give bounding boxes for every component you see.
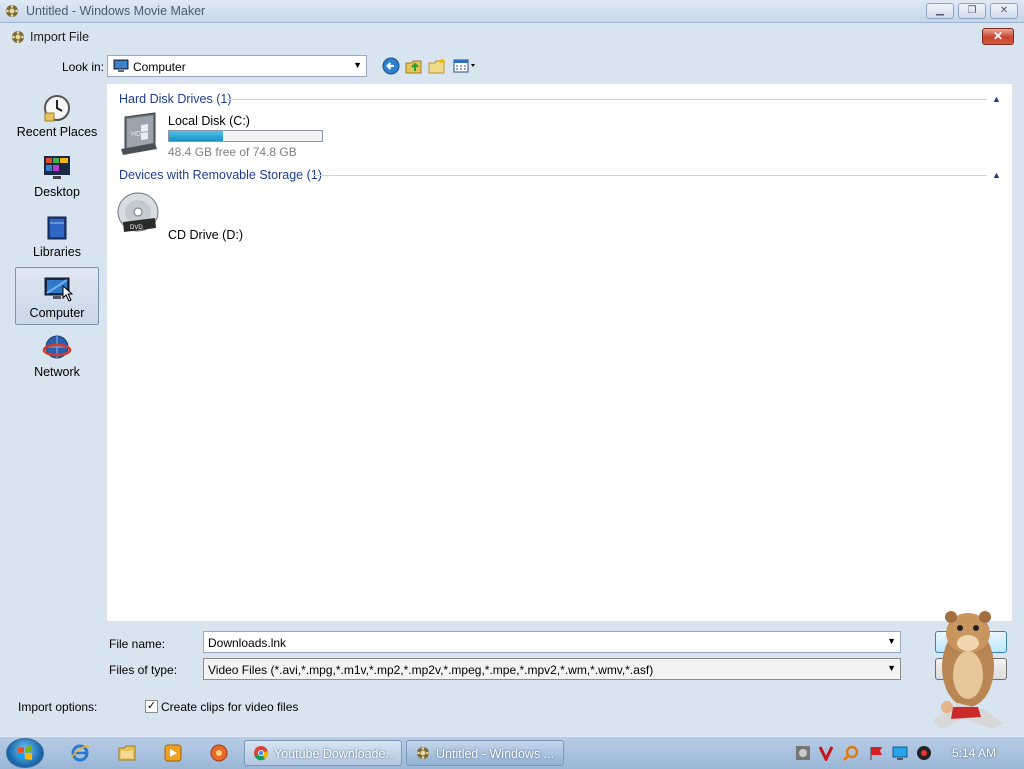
- drive-usage-fill: [169, 131, 223, 141]
- taskbar-item-label: Untitled - Windows ...: [436, 747, 555, 761]
- import-options-label: Import options:: [18, 700, 98, 714]
- chevron-down-icon: ▼: [353, 60, 362, 70]
- import-file-dialog: Import File ✕ Look in: Computer ▼ Recent…: [0, 23, 1024, 736]
- media-player-icon[interactable]: [163, 743, 183, 763]
- checkmark-icon: ✓: [146, 700, 157, 712]
- group-header-hard-disk-drives[interactable]: Hard Disk Drives (1): [119, 92, 232, 108]
- recent-places-icon: [44, 95, 70, 122]
- app-icon[interactable]: [209, 743, 229, 763]
- views-icon[interactable]: [452, 57, 478, 75]
- file-list: Hard Disk Drives (1) ▲ HD Local Disk (C:…: [107, 84, 1012, 621]
- dialog-titlebar: Import File ✕: [0, 23, 1024, 49]
- place-desktop[interactable]: Desktop: [15, 147, 99, 205]
- place-computer[interactable]: Computer: [15, 267, 99, 325]
- create-clips-label[interactable]: Create clips for video files: [161, 700, 298, 714]
- files-of-type-value: Video Files (*.avi,*.mpg,*.m1v,*.mp2,*.m…: [208, 663, 654, 677]
- chevron-down-icon[interactable]: ▼: [887, 636, 896, 646]
- taskbar-item-label: Youtube Downloade...: [274, 747, 396, 761]
- place-label: Network: [34, 365, 80, 379]
- dvd-drive-icon[interactable]: DVD: [115, 188, 161, 234]
- file-explorer-icon[interactable]: [117, 743, 137, 763]
- up-folder-icon[interactable]: [404, 57, 424, 75]
- create-clips-checkbox[interactable]: ✓: [145, 700, 158, 713]
- restore-button[interactable]: ❐: [958, 3, 986, 19]
- place-recent-places[interactable]: Recent Places: [15, 87, 99, 145]
- group-header-removable-storage[interactable]: Devices with Removable Storage (1): [119, 168, 322, 184]
- look-in-dropdown[interactable]: Computer ▼: [107, 55, 367, 77]
- taskbar-item-movie-maker[interactable]: Untitled - Windows ...: [406, 740, 564, 766]
- minimize-button[interactable]: ▁: [926, 3, 954, 19]
- svg-text:HD: HD: [131, 131, 141, 138]
- restore-icon: ❐: [967, 5, 977, 16]
- file-name-value: Downloads.lnk: [208, 636, 287, 650]
- collapse-icon[interactable]: ▲: [992, 170, 1002, 180]
- collapse-icon[interactable]: ▲: [992, 94, 1002, 104]
- place-libraries[interactable]: Libraries: [15, 207, 99, 265]
- windows-logo-icon: [18, 746, 32, 760]
- close-icon: ✕: [999, 5, 1009, 16]
- files-of-type-label: Files of type:: [109, 663, 178, 677]
- files-of-type-select[interactable]: Video Files (*.avi,*.mpg,*.m1v,*.mp2,*.m…: [203, 658, 901, 680]
- tray-speaker-icon[interactable]: [916, 745, 932, 761]
- places-bar: Recent Places Desktop Libraries Computer…: [10, 81, 102, 641]
- group-divider: [227, 99, 987, 100]
- group-divider: [313, 175, 987, 176]
- place-label: Recent Places: [16, 125, 98, 139]
- movie-maker-icon: [12, 31, 24, 43]
- app-titlebar: Untitled - Windows Movie Maker ▁ ❐ ✕: [0, 0, 1024, 23]
- hamster-mascot-icon: [933, 611, 1003, 729]
- tray-search-icon[interactable]: [843, 745, 859, 761]
- start-button[interactable]: [6, 738, 44, 768]
- taskbar-clock[interactable]: 5:14 AM: [952, 746, 996, 760]
- desktop-icon: [44, 156, 70, 179]
- look-in-label: Look in:: [62, 60, 105, 74]
- movie-maker-icon: [6, 5, 18, 17]
- taskbar: Youtube Downloade... Untitled - Windows …: [0, 736, 1024, 769]
- minimize-icon: ▁: [936, 5, 944, 16]
- place-network[interactable]: Network: [15, 327, 99, 385]
- tray-app-icon[interactable]: [795, 745, 811, 761]
- tray-flag-icon[interactable]: [868, 745, 884, 761]
- libraries-icon: [47, 216, 67, 240]
- chevron-down-icon: ▼: [887, 663, 896, 673]
- drive-free-space: 48.4 GB free of 74.8 GB: [168, 145, 297, 159]
- drive-name[interactable]: Local Disk (C:): [168, 114, 250, 128]
- dialog-title: Import File: [30, 30, 90, 44]
- computer-icon: [44, 277, 73, 302]
- computer-icon: [113, 59, 129, 72]
- movie-maker-icon: [417, 747, 429, 759]
- back-icon[interactable]: [381, 57, 401, 75]
- tray-display-icon[interactable]: [892, 745, 908, 761]
- new-folder-icon[interactable]: [427, 57, 447, 75]
- taskbar-item-youtube-downloader[interactable]: Youtube Downloade...: [244, 740, 402, 766]
- hard-disk-icon[interactable]: HD: [115, 111, 161, 157]
- file-name-label: File name:: [109, 637, 166, 651]
- place-label: Computer: [29, 306, 85, 320]
- place-label: Libraries: [33, 245, 81, 259]
- drive-usage-bar: [168, 130, 323, 142]
- network-icon: [42, 335, 72, 359]
- close-icon: ✕: [992, 29, 1004, 43]
- drive-name[interactable]: CD Drive (D:): [168, 228, 243, 242]
- close-app-button[interactable]: ✕: [990, 3, 1018, 19]
- svg-text:DVD: DVD: [130, 225, 143, 231]
- app-title: Untitled - Windows Movie Maker: [26, 4, 206, 18]
- look-in-value: Computer: [133, 60, 186, 74]
- file-name-input[interactable]: Downloads.lnk ▼: [203, 631, 901, 653]
- chrome-icon: [254, 746, 269, 761]
- internet-explorer-icon[interactable]: [70, 743, 90, 763]
- place-label: Desktop: [34, 185, 80, 199]
- dialog-close-button[interactable]: ✕: [982, 28, 1014, 45]
- tray-v-icon[interactable]: [818, 745, 834, 761]
